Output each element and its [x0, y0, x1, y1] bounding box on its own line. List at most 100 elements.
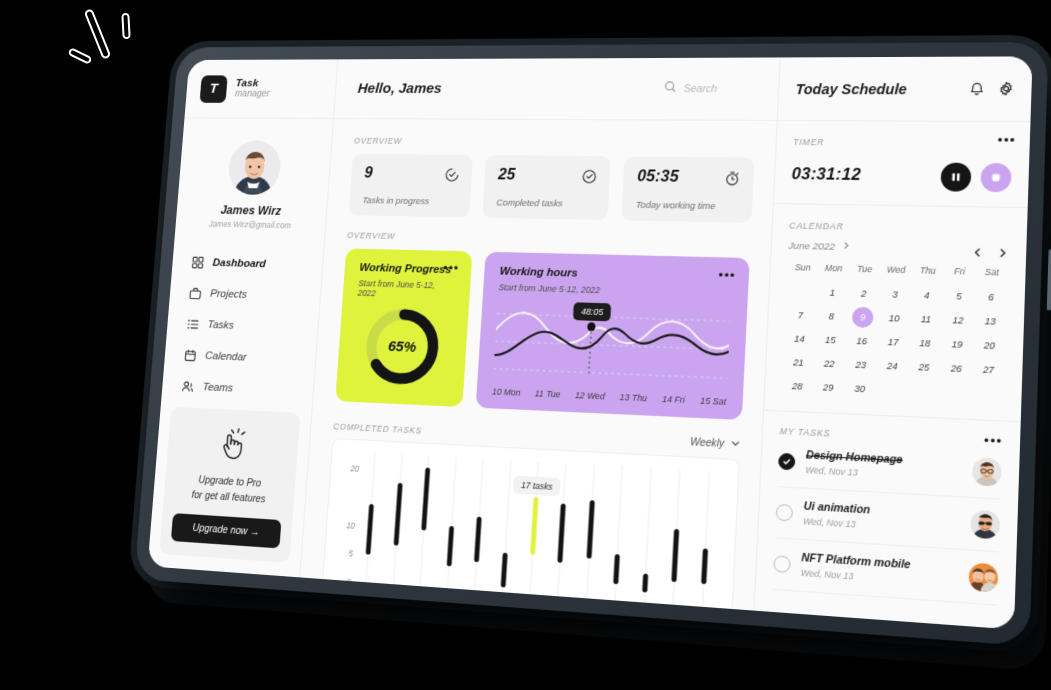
calendar-day[interactable]: 10 — [878, 306, 910, 329]
my-tasks-header: MY TASKS ••• — [780, 426, 1003, 449]
sidebar-item-tasks[interactable]: Tasks — [186, 318, 318, 336]
calendar-day[interactable]: 13 — [974, 309, 1007, 332]
task-row[interactable]: Design Homepage Wed, Nov 13 — [777, 436, 1003, 500]
calendar-day[interactable]: 23 — [845, 353, 877, 376]
brand-logo[interactable]: T Task manager — [184, 59, 338, 119]
sidebar-item-dashboard[interactable]: Dashboard — [191, 256, 323, 273]
stop-button[interactable] — [980, 162, 1012, 193]
bar[interactable] — [586, 499, 595, 559]
stat-value: 05:35 — [636, 168, 680, 186]
bar-slot[interactable] — [658, 469, 694, 611]
bar[interactable] — [393, 482, 403, 546]
calendar-day[interactable]: 28 — [781, 374, 813, 397]
range-select-weekly[interactable]: Weekly — [690, 436, 741, 452]
calendar-day[interactable]: 19 — [941, 332, 974, 355]
calendar-day[interactable]: 24 — [876, 354, 909, 377]
bar[interactable] — [557, 503, 567, 563]
bar[interactable] — [365, 503, 375, 556]
bar-slot[interactable] — [629, 467, 665, 609]
pause-button[interactable] — [940, 162, 972, 192]
bar[interactable] — [421, 467, 431, 531]
sidebar-item-teams[interactable]: Teams — [181, 380, 313, 399]
pause-icon — [952, 173, 960, 182]
calendar-day[interactable]: 8 — [815, 305, 847, 328]
calendar-day[interactable]: 12 — [941, 308, 974, 331]
calendar-day[interactable]: 26 — [940, 356, 973, 379]
stats-row: 9 Tasks in progress 25 Completed tasks 0… — [348, 153, 755, 223]
calendar-day[interactable]: 25 — [908, 355, 941, 378]
user-profile[interactable]: James Wirz James Wirz@gmail.com — [174, 118, 333, 248]
task-checkbox[interactable] — [775, 503, 794, 522]
calendar-month-select[interactable]: June 2022 — [788, 240, 851, 254]
calendar-day[interactable]: 20 — [973, 333, 1006, 356]
calendar-day[interactable]: 5 — [942, 284, 975, 307]
bell-icon[interactable] — [969, 81, 986, 96]
upgrade-now-button[interactable]: Upgrade now → — [170, 513, 282, 549]
calendar-day[interactable]: 14 — [784, 327, 816, 350]
search-icon — [663, 80, 677, 98]
calendar-day[interactable]: 2 — [848, 282, 880, 305]
list-icon — [186, 318, 199, 332]
card-menu-button[interactable]: ••• — [718, 267, 736, 283]
right-panel-header: Today Schedule — [777, 56, 1033, 123]
people-icon — [181, 380, 194, 394]
stat-card-completed-tasks[interactable]: 25 Completed tasks — [482, 155, 611, 221]
task-row[interactable]: Ui animation Wed, Nov 13 — [774, 487, 1001, 553]
calendar-prev-button[interactable] — [971, 244, 983, 256]
bar[interactable] — [671, 528, 680, 583]
calendar-day[interactable]: 17 — [877, 330, 910, 353]
bar[interactable] — [613, 554, 621, 585]
calendar-day[interactable]: 3 — [879, 283, 911, 306]
task-checkbox[interactable] — [773, 555, 791, 574]
bar-slot[interactable]: 17 tasks — [512, 461, 561, 601]
calendar-day[interactable]: 11 — [910, 307, 943, 330]
bar[interactable] — [446, 525, 454, 567]
calendar-day[interactable]: 6 — [974, 285, 1007, 308]
stat-card-tasks-in-progress[interactable]: 9 Tasks in progress — [348, 153, 474, 218]
stop-icon — [992, 174, 1000, 182]
search-input[interactable] — [683, 82, 759, 95]
stat-card-working-time[interactable]: 05:35 Today working time — [621, 156, 755, 223]
bar-slot[interactable] — [544, 462, 580, 602]
calendar-day[interactable]: 16 — [846, 329, 878, 352]
calendar-day-selected[interactable]: 9 — [847, 306, 879, 329]
working-hours-card: Working hours ••• Start from June 5-12, … — [475, 251, 750, 420]
range-select-label: Weekly — [689, 437, 725, 451]
calendar-day[interactable]: 15 — [814, 328, 846, 351]
task-row[interactable]: NFT Platform mobile Wed, Nov 13 — [772, 538, 999, 606]
task-title: Ui animation — [803, 501, 871, 517]
my-tasks-menu-button[interactable]: ••• — [984, 432, 1003, 449]
card-menu-button[interactable]: ••• — [443, 260, 460, 275]
avatar — [968, 562, 999, 593]
profile-name: James Wirz — [220, 203, 282, 218]
bar-slot[interactable] — [572, 464, 608, 605]
task-date: Wed, Nov 13 — [805, 464, 859, 478]
bar[interactable] — [530, 496, 539, 555]
calendar-day[interactable]: 7 — [785, 304, 817, 326]
calendar-day[interactable]: 21 — [782, 351, 814, 374]
bar-slot[interactable] — [601, 466, 637, 607]
calendar-day[interactable]: 1 — [817, 281, 849, 303]
calendar-dow: Tue — [856, 263, 873, 275]
calendar-next-button[interactable] — [997, 245, 1009, 257]
axis-tick: 14 Fri — [661, 393, 686, 406]
calendar-day[interactable]: 29 — [812, 376, 844, 399]
calendar-day[interactable]: 27 — [972, 358, 1005, 381]
timer-menu-button[interactable]: ••• — [997, 132, 1016, 148]
task-checkbox[interactable] — [777, 452, 796, 471]
stopwatch-icon — [724, 170, 741, 186]
bar-slot[interactable] — [687, 470, 723, 611]
bar[interactable] — [500, 552, 508, 588]
bar-gridline — [585, 464, 595, 604]
search-box[interactable] — [663, 80, 759, 98]
calendar-day[interactable]: 22 — [813, 352, 845, 375]
gear-icon[interactable] — [998, 81, 1015, 96]
calendar-day[interactable]: 30 — [844, 377, 876, 400]
calendar-day[interactable]: 18 — [909, 331, 942, 354]
bar[interactable] — [474, 516, 482, 563]
sidebar-item-projects[interactable]: Projects — [189, 287, 321, 304]
sidebar-item-calendar[interactable]: Calendar — [184, 349, 316, 368]
calendar-day[interactable]: 4 — [910, 284, 943, 307]
bar[interactable] — [642, 573, 649, 593]
bar[interactable] — [700, 548, 708, 585]
